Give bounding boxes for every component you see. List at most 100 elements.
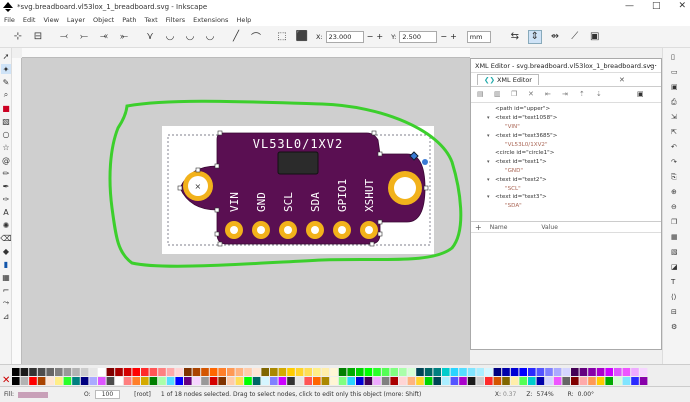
palette-swatch[interactable] <box>98 377 106 385</box>
duplicate-node-icon[interactable]: ❐ <box>511 90 520 99</box>
palette-swatch[interactable] <box>106 377 115 385</box>
fill-stroke-icon[interactable]: ◪ <box>671 263 683 273</box>
xml-node[interactable]: ▾ <text id="text2"> <box>475 175 661 184</box>
palette-swatch[interactable] <box>209 368 218 376</box>
raise-node-icon[interactable]: ⇡ <box>579 90 588 99</box>
open-document-icon[interactable]: ▭ <box>671 68 683 78</box>
panel-menu-icon[interactable]: ⋯ <box>649 61 657 70</box>
palette-swatch[interactable] <box>459 368 467 376</box>
palette-swatch[interactable] <box>467 377 476 385</box>
palette-swatch[interactable] <box>166 368 175 376</box>
export-icon[interactable]: ⇱ <box>671 128 683 138</box>
palette-swatch[interactable] <box>201 368 209 376</box>
ungroup-icon[interactable]: ▧ <box>671 248 683 258</box>
palette-swatch[interactable] <box>528 368 536 376</box>
edit-mask-icon[interactable]: ▣ <box>588 30 602 44</box>
palette-swatch[interactable] <box>141 377 149 385</box>
fill-swatch[interactable] <box>18 391 49 398</box>
palette-swatch[interactable] <box>46 377 54 385</box>
unit-select[interactable]: mm <box>466 30 491 43</box>
show-transform-handles-icon[interactable]: ⇕ <box>527 29 542 44</box>
expand-arrow-icon[interactable]: ▾ <box>487 177 495 183</box>
palette-swatch[interactable] <box>433 368 441 376</box>
palette-swatch[interactable] <box>399 377 407 385</box>
stroke-to-path-icon[interactable]: ⬛ <box>295 30 309 44</box>
palette-swatch[interactable] <box>424 368 433 376</box>
duplicate-icon[interactable]: ❐ <box>671 218 683 228</box>
xml-node[interactable]: <path id="upper"> <box>475 105 661 114</box>
show-handles-icon[interactable]: ⇴ <box>548 30 562 44</box>
y-increment-button[interactable]: + <box>450 32 457 41</box>
palette-swatch[interactable] <box>614 377 622 385</box>
xml-editor-tab[interactable]: ❮❯ XML Editor <box>477 74 539 85</box>
x-decrement-button[interactable]: − <box>367 32 374 41</box>
close-button[interactable]: ✕ <box>678 1 686 11</box>
palette-swatch[interactable] <box>407 368 416 376</box>
palette-swatch[interactable] <box>158 377 166 385</box>
palette-swatch[interactable] <box>571 368 579 376</box>
minimize-button[interactable]: — <box>625 1 634 11</box>
new-document-icon[interactable]: ▯ <box>671 53 683 63</box>
palette-swatch[interactable] <box>442 368 450 376</box>
segment-curve-icon[interactable]: ⌒ <box>249 30 263 44</box>
mesh-tool-icon[interactable]: ▦ <box>1 272 11 282</box>
palette-swatch[interactable] <box>588 377 596 385</box>
palette-swatch[interactable] <box>562 368 570 376</box>
palette-swatch[interactable] <box>622 377 631 385</box>
xml-editor-icon[interactable]: ⟨⟩ <box>671 293 683 303</box>
palette-swatch[interactable] <box>244 377 252 385</box>
palette-swatch[interactable] <box>571 377 579 385</box>
xml-text-node[interactable]: "SCL" <box>475 184 661 193</box>
calligraphy-tool-icon[interactable]: ✑ <box>1 194 11 204</box>
palette-swatch[interactable] <box>596 377 605 385</box>
text-tool-icon[interactable]: A <box>1 207 11 217</box>
horizontal-ruler[interactable] <box>22 48 470 58</box>
palette-swatch[interactable] <box>295 368 304 376</box>
ellipse-tool-icon[interactable]: ○ <box>1 129 11 139</box>
palette-swatch[interactable] <box>373 368 381 376</box>
palette-swatch[interactable] <box>304 368 312 376</box>
palette-swatch[interactable] <box>562 377 570 385</box>
show-clipping-icon[interactable]: ⇆ <box>508 30 522 44</box>
palette-swatch[interactable] <box>261 377 269 385</box>
xml-node[interactable]: ▾ <text id="text1"> <box>475 158 661 167</box>
box-tool-icon[interactable]: ▧ <box>1 116 11 126</box>
breakout-board-drawing[interactable]: × VL53L0/1XV2 VIN GND SCL SDA GPIO1 XSHU… <box>22 58 470 364</box>
palette-swatch[interactable] <box>450 377 459 385</box>
palette-swatch[interactable] <box>278 368 287 376</box>
palette-swatch[interactable] <box>510 377 519 385</box>
xml-node[interactable]: ▾ <text id="text3685"> <box>475 131 661 140</box>
menu-layer[interactable]: Layer <box>67 16 85 24</box>
palette-swatch[interactable] <box>588 368 596 376</box>
palette-swatch[interactable] <box>63 377 72 385</box>
palette-swatch[interactable] <box>12 377 20 385</box>
palette-swatch[interactable] <box>442 377 450 385</box>
palette-swatch[interactable] <box>46 368 54 376</box>
menu-edit[interactable]: Edit <box>23 16 36 24</box>
palette-swatch[interactable] <box>295 377 304 385</box>
y-input[interactable]: 2.500 <box>399 30 438 43</box>
palette-swatch[interactable] <box>399 368 407 376</box>
palette-swatch[interactable] <box>502 368 510 376</box>
palette-swatch[interactable] <box>37 368 46 376</box>
palette-swatch[interactable] <box>553 368 562 376</box>
delete-node-icon[interactable]: ✕ <box>528 90 537 99</box>
palette-swatch[interactable] <box>364 368 373 376</box>
print-icon[interactable]: ⎙ <box>671 98 683 108</box>
zoom-field[interactable]: 574% <box>537 391 554 398</box>
auto-smooth-node-icon[interactable]: ◡ <box>203 30 217 44</box>
palette-swatch[interactable] <box>244 368 252 376</box>
palette-swatch[interactable] <box>356 377 364 385</box>
group-icon[interactable]: ▦ <box>671 233 683 243</box>
text-font-icon[interactable]: T <box>671 278 683 288</box>
expand-arrow-icon[interactable]: ▾ <box>487 159 495 165</box>
palette-swatch[interactable] <box>29 377 37 385</box>
palette-swatch[interactable] <box>20 368 29 376</box>
palette-swatch[interactable] <box>528 377 536 385</box>
expand-arrow-icon[interactable]: ▾ <box>487 194 495 200</box>
palette-swatch[interactable] <box>175 368 183 376</box>
palette-swatch[interactable] <box>287 377 295 385</box>
palette-swatch[interactable] <box>184 368 192 376</box>
tab-close-button[interactable]: ✕ <box>619 76 625 84</box>
palette-swatch[interactable] <box>485 368 493 376</box>
